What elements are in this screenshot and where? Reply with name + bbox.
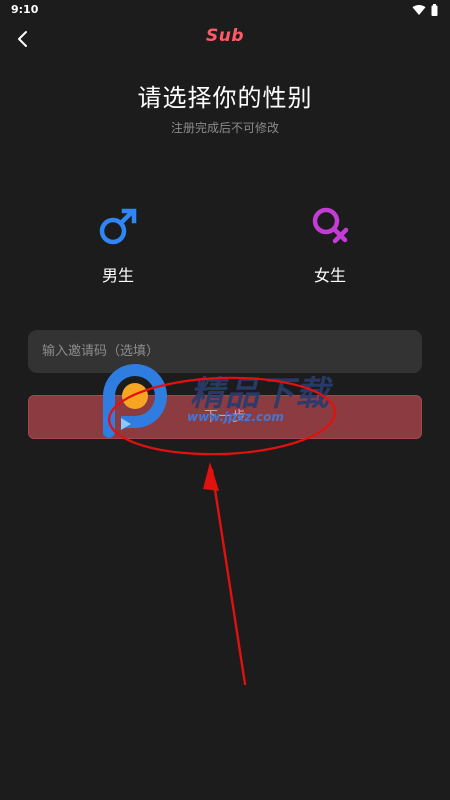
gender-option-female[interactable]: 女生 — [270, 200, 390, 290]
page-title: 请选择你的性别 — [137, 84, 313, 112]
status-time: 9:10 — [11, 3, 39, 16]
page-subtitle: 注册完成后不可修改 — [170, 121, 279, 135]
invite-code-input[interactable] — [28, 330, 422, 373]
app-bar: Sub — [0, 22, 450, 56]
male-symbol-icon — [99, 208, 137, 245]
gender-option-male[interactable]: 男生 — [58, 200, 178, 290]
gender-label-male: 男生 — [101, 266, 134, 285]
gender-label-female: 女生 — [313, 266, 346, 285]
battery-icon — [431, 4, 438, 16]
wifi-icon — [412, 4, 426, 15]
annotation-arrow-line — [210, 468, 247, 686]
female-symbol-icon — [312, 207, 349, 244]
annotation-arrowhead — [203, 462, 219, 491]
app-logo: Sub — [205, 26, 244, 46]
next-button[interactable]: 下一步 — [28, 395, 422, 439]
status-bar: 9:10 — [0, 0, 450, 20]
screen: 9:10 Sub 请选择你的性别 注册完成后不可修改 男生 女生 输入邀请码（选… — [0, 0, 450, 800]
